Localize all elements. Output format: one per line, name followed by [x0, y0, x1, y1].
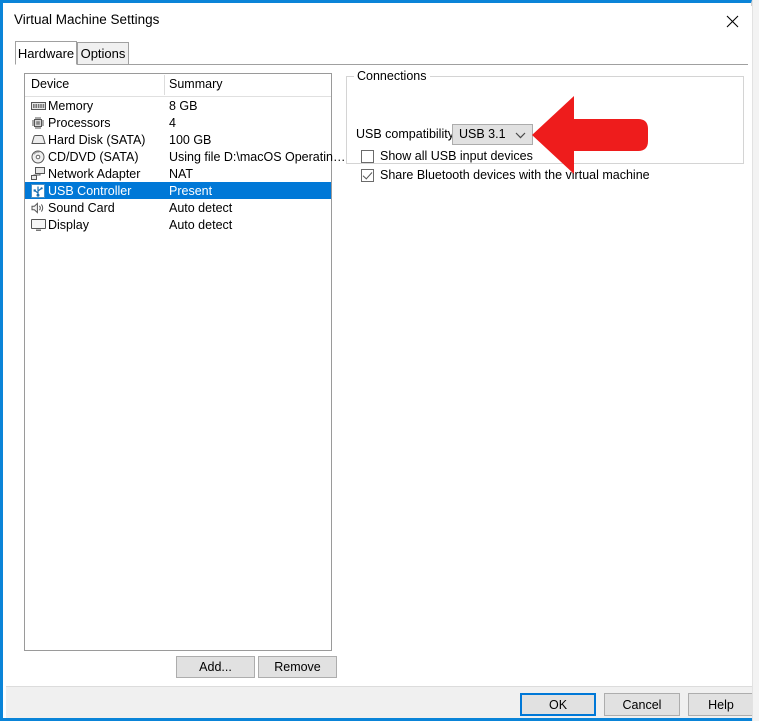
header-divider [164, 75, 165, 95]
ok-button[interactable]: OK [520, 693, 596, 716]
device-summary: 4 [169, 115, 176, 130]
cd-dvd-icon [30, 149, 46, 164]
usb-compatibility-dropdown[interactable]: USB 3.1 [452, 124, 533, 145]
table-row[interactable]: Memory 8 GB [25, 97, 331, 114]
dialog-footer: OK Cancel Help [6, 686, 754, 721]
remove-button-label: Remove [274, 660, 321, 674]
device-name: Hard Disk (SATA) [48, 132, 146, 147]
device-name: Sound Card [48, 200, 115, 215]
device-name: USB Controller [48, 183, 132, 198]
table-row[interactable]: Processors 4 [25, 114, 331, 131]
table-row[interactable]: CD/DVD (SATA) Using file D:\macOS Operat… [25, 148, 345, 165]
title-bar: Virtual Machine Settings [6, 6, 754, 36]
tab-options-label: Options [80, 46, 126, 61]
table-row[interactable]: Display Auto detect [25, 216, 331, 233]
window-title: Virtual Machine Settings [14, 12, 160, 27]
chevron-down-icon [515, 132, 526, 139]
checkbox-label: Show all USB input devices [380, 149, 533, 163]
checkbox-box [361, 168, 374, 182]
device-name: Display [48, 217, 89, 232]
table-row[interactable]: Network Adapter NAT [25, 165, 331, 182]
ok-button-label: OK [548, 697, 568, 712]
device-name: Processors [48, 115, 111, 130]
device-summary: 8 GB [169, 98, 198, 113]
device-list-header: Device Summary [25, 74, 331, 97]
dialog-window: Virtual Machine Settings Hardware Option… [0, 0, 755, 721]
device-summary: Auto detect [169, 217, 233, 232]
memory-icon [30, 98, 46, 113]
usb-compatibility-label: USB compatibility: [356, 127, 458, 141]
usb-controller-icon [30, 183, 46, 198]
checkbox-label: Share Bluetooth devices with the virtual… [380, 168, 650, 182]
device-summary: Using file D:\macOS Operatin… [169, 149, 346, 164]
help-button-label: Help [708, 697, 734, 712]
device-list[interactable]: Device Summary Memory 8 GB Processors 4 … [24, 73, 345, 651]
remove-button[interactable]: Remove [258, 656, 337, 678]
sound-card-icon [30, 200, 46, 215]
device-summary: Auto detect [169, 200, 233, 215]
network-adapter-icon [30, 166, 46, 181]
column-header-device[interactable]: Device [31, 77, 69, 91]
tab-hardware[interactable]: Hardware [15, 41, 77, 65]
tab-hardware-label: Hardware [17, 45, 75, 61]
usb-compatibility-value: USB 3.1 [459, 127, 506, 141]
table-row[interactable]: Sound Card Auto detect [25, 199, 331, 216]
connections-group-title: Connections [354, 69, 430, 83]
device-name: CD/DVD (SATA) [48, 149, 139, 164]
device-summary: NAT [169, 166, 194, 181]
tab-strip: Hardware Options [15, 41, 748, 65]
table-row[interactable]: Hard Disk (SATA) 100 GB [25, 131, 331, 148]
close-icon [726, 15, 738, 27]
close-button[interactable] [710, 6, 754, 36]
add-button[interactable]: Add... [176, 656, 255, 678]
window-right-gutter [752, 0, 759, 721]
column-header-summary[interactable]: Summary [169, 77, 222, 91]
processor-icon [30, 115, 46, 130]
dialog-content: Hardware Options Device Summary Memory 8… [6, 36, 754, 686]
virtual-machine-settings-dialog: Virtual Machine Settings Hardware Option… [0, 0, 759, 721]
display-icon [30, 217, 46, 232]
tab-options[interactable]: Options [77, 42, 129, 65]
cancel-button-label: Cancel [622, 697, 662, 712]
device-name: Network Adapter [48, 166, 141, 181]
device-name: Memory [48, 98, 94, 113]
cancel-button[interactable]: Cancel [604, 693, 680, 716]
checkbox-box [361, 149, 374, 163]
share-bluetooth-devices-checkbox[interactable]: Share Bluetooth devices with the virtual… [361, 168, 650, 182]
add-button-label: Add... [199, 660, 232, 674]
hard-disk-icon [30, 132, 46, 147]
table-row-usb-controller[interactable]: USB Controller Present [25, 182, 331, 199]
help-button[interactable]: Help [688, 693, 754, 716]
device-summary: Present [169, 183, 213, 198]
device-summary: 100 GB [169, 132, 212, 147]
show-all-usb-input-devices-checkbox[interactable]: Show all USB input devices [361, 149, 533, 163]
